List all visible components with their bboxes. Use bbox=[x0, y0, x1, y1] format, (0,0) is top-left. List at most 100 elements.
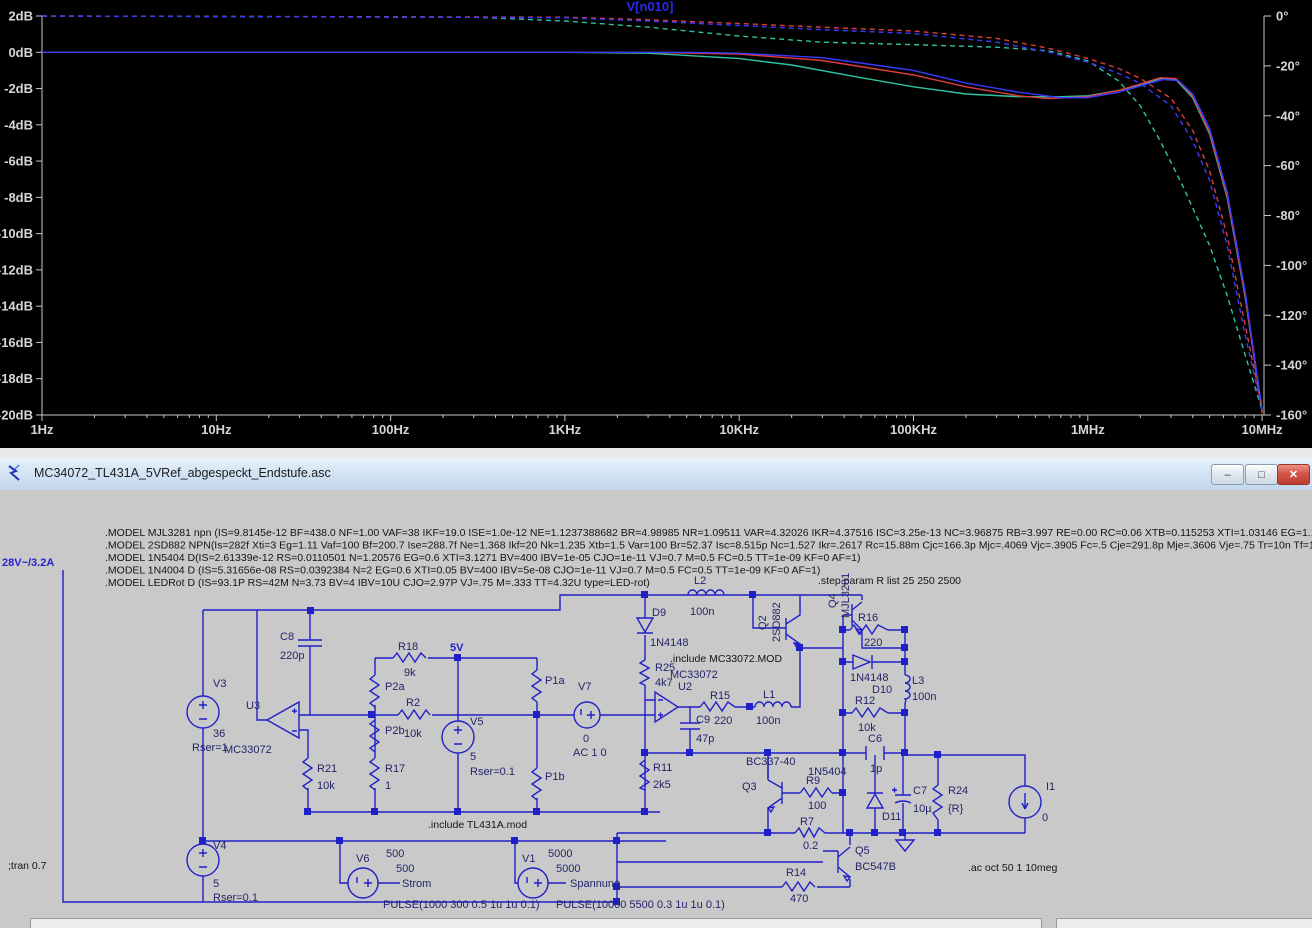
plot-title: V[n010] bbox=[627, 0, 674, 14]
symbols bbox=[187, 590, 1041, 898]
label-r18: R18 bbox=[398, 641, 418, 653]
diode-d9 bbox=[637, 618, 653, 633]
window-bottom-edge bbox=[30, 918, 1042, 928]
resistor-r9 bbox=[800, 788, 832, 797]
ltspice-icon bbox=[7, 463, 27, 483]
trace-mag-r-250-red- bbox=[42, 52, 1262, 413]
axis-ticks bbox=[36, 16, 1271, 421]
spice-model-1n5404: .MODEL 1N5404 D(IS=2.61339e-12 RS=0.0110… bbox=[105, 552, 861, 564]
value-q4: MJL3281 bbox=[840, 573, 852, 618]
trace-mag-r-25-green- bbox=[42, 52, 1262, 411]
value-d10: 1N4148 bbox=[850, 672, 889, 684]
value-l1: 100n bbox=[756, 715, 780, 727]
value-c9: 47p bbox=[696, 733, 714, 745]
value-c6: 1p bbox=[870, 763, 882, 775]
tick-label: -60° bbox=[1276, 158, 1300, 173]
extra-v4: Rser=0.1 bbox=[213, 892, 258, 904]
tick-label: -16dB bbox=[0, 335, 33, 350]
tick-label: -100° bbox=[1276, 258, 1307, 273]
label-q3: Q3 bbox=[742, 781, 757, 793]
transistor-q3 bbox=[768, 780, 782, 812]
label-r7: R7 bbox=[800, 816, 814, 828]
value-r9: 100 bbox=[808, 800, 826, 812]
value-q5: BC547B bbox=[855, 861, 896, 873]
label-v7: V7 bbox=[578, 681, 591, 693]
spice-model-1n4004: .MODEL 1N4004 D (IS=5.31656e-08 RS=0.039… bbox=[105, 565, 820, 577]
label-u3: U3 bbox=[246, 700, 260, 712]
tick-label: 10Hz bbox=[201, 422, 232, 437]
label-r15: R15 bbox=[710, 690, 730, 702]
spice-ac-directive: .ac oct 50 1 10meg bbox=[968, 862, 1057, 874]
pulse-v1: PULSE(10000 5500 0.3 1u 1u 0.1) bbox=[556, 899, 725, 911]
label-r11: R11 bbox=[653, 762, 672, 774]
label-v6: V6 bbox=[356, 853, 369, 865]
label-r9: R9 bbox=[806, 775, 820, 787]
resistor-r14 bbox=[782, 882, 815, 891]
tick-label: 2dB bbox=[8, 9, 33, 24]
value-r17: 1 bbox=[385, 780, 391, 792]
tick-label: -2dB bbox=[4, 81, 33, 96]
label-v1: V1 bbox=[522, 853, 535, 865]
restore-button[interactable]: □ bbox=[1245, 464, 1278, 485]
value-u2: MC33072 bbox=[670, 669, 718, 681]
value-c8: 220p bbox=[280, 650, 304, 662]
value-r2: 10k bbox=[404, 728, 422, 740]
extra-v5: Rser=0.1 bbox=[470, 766, 515, 778]
label-r17: R17 bbox=[385, 763, 405, 775]
tick-label: 100Hz bbox=[372, 422, 410, 437]
value2-v1: 5000 bbox=[556, 863, 580, 875]
label-p2b: P2b bbox=[385, 725, 405, 737]
net-label-28v: 28V~/3.2A bbox=[2, 557, 54, 569]
label-p1a: P1a bbox=[545, 675, 565, 687]
value-d9: 1N4148 bbox=[650, 637, 689, 649]
trace-phase-r-250-red-dashed- bbox=[42, 16, 1262, 408]
axis-labels: 2dB0dB-2dB-4dB-6dB-8dB-10dB-12dB-14dB-16… bbox=[0, 9, 1307, 438]
tick-label: -6dB bbox=[4, 154, 33, 169]
tick-label: 0° bbox=[1276, 9, 1288, 24]
spice-model-ledrot: .MODEL LEDRot D (IS=93.1P RS=42M N=3.73 … bbox=[105, 577, 650, 589]
value-v4: 5 bbox=[213, 878, 219, 890]
value-c7: 10µ bbox=[913, 803, 932, 815]
label-q5: Q5 bbox=[855, 845, 870, 857]
label-d11: D11 bbox=[882, 811, 901, 823]
label-r2: R2 bbox=[406, 697, 420, 709]
resistor-r12 bbox=[852, 708, 888, 717]
tick-label: -14dB bbox=[0, 299, 33, 314]
resistor-r18 bbox=[393, 653, 426, 662]
value-r16: 220 bbox=[864, 637, 882, 649]
tick-label: -4dB bbox=[4, 117, 33, 132]
label-l2: L2 bbox=[694, 575, 706, 587]
transistor-q2 bbox=[786, 595, 800, 648]
diode-d10 bbox=[853, 655, 872, 669]
value-v5: 5 bbox=[470, 751, 476, 763]
extra-v3: Rser=1 bbox=[192, 742, 228, 754]
value-r7: 0.2 bbox=[803, 840, 818, 852]
window-title: MC34072_TL431A_5VRef_abgespeckt_Endstufe… bbox=[34, 466, 331, 480]
tick-label: 10KHz bbox=[719, 422, 759, 437]
schematic-canvas[interactable]: .MODEL MJL3281 npn (IS=9.8145e-12 BF=438… bbox=[0, 490, 1312, 928]
resistor-r2 bbox=[398, 710, 430, 719]
value-l3: 100n bbox=[912, 691, 936, 703]
schematic-window-titlebar[interactable]: MC34072_TL431A_5VRef_abgespeckt_Endstufe… bbox=[0, 457, 1312, 491]
spice-model-2sd882: .MODEL 2SD882 NPN(Is=282f Xti=3 Eg=1.11 … bbox=[105, 540, 1312, 552]
ground-symbol bbox=[896, 840, 914, 851]
close-button[interactable]: ✕ bbox=[1277, 464, 1310, 485]
tick-label: -8dB bbox=[4, 190, 33, 205]
tick-label: 1Hz bbox=[30, 422, 54, 437]
label-c8: C8 bbox=[280, 631, 294, 643]
spice-include-tl431: .include TL431A.mod bbox=[428, 819, 527, 831]
waveform-pane[interactable]: V[n010] 2dB0dB-2dB-4dB-6dB-8dB-10dB-12dB… bbox=[0, 0, 1312, 448]
label-c7: C7 bbox=[913, 785, 927, 797]
label-c9: C9 bbox=[696, 714, 710, 726]
net-spannung: Spannung bbox=[570, 878, 620, 890]
minimize-button[interactable]: – bbox=[1211, 464, 1244, 485]
resistor-r21 bbox=[303, 758, 312, 790]
spice-model-mjl3281: .MODEL MJL3281 npn (IS=9.8145e-12 BF=438… bbox=[105, 527, 1312, 539]
tick-label: -80° bbox=[1276, 208, 1300, 223]
schematic-svg: .MODEL MJL3281 npn (IS=9.8145e-12 BF=438… bbox=[0, 490, 1312, 928]
scrollbar-corner[interactable] bbox=[1056, 918, 1312, 928]
value-u3: MC33072 bbox=[224, 744, 272, 756]
tick-label: -20° bbox=[1276, 58, 1300, 73]
value-v7: 0 bbox=[583, 733, 589, 745]
label-v5: V5 bbox=[470, 716, 483, 728]
